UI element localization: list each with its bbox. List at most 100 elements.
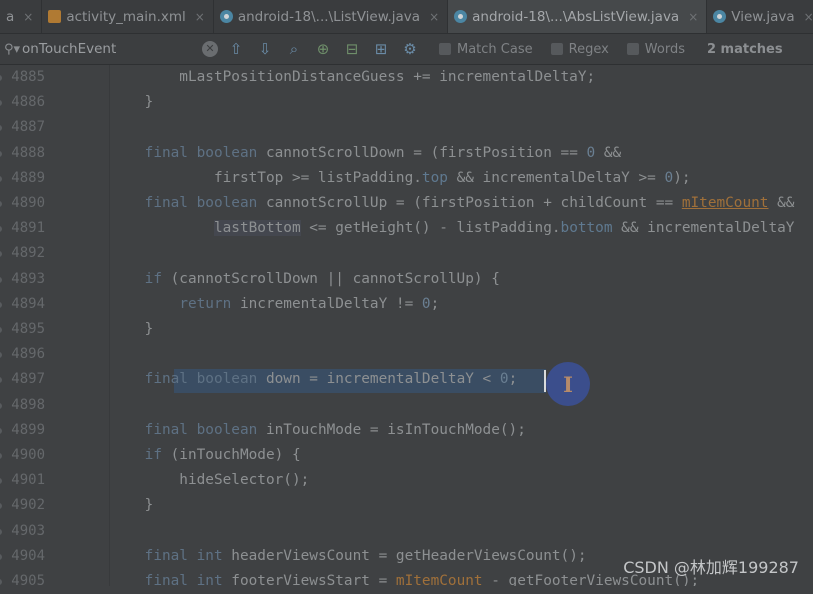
- close-tab-icon[interactable]: ×: [688, 10, 698, 24]
- line-number-gutter[interactable]: 4885 4886 4887 4888 4889 4890 4891 4892 4893 4894…: [0, 65, 110, 589]
- match-case-label: Match Case: [457, 41, 533, 57]
- line-number: 4897: [0, 367, 45, 392]
- line-number: 4894: [0, 292, 45, 317]
- code-token: <= getHeight() - listPadding.: [300, 220, 561, 237]
- settings-icon[interactable]: ⚙: [399, 40, 421, 58]
- regex-checkbox[interactable]: [550, 43, 563, 55]
- code-token: }: [110, 497, 154, 514]
- line-number: 4887: [0, 115, 45, 140]
- code-token: cannotScrollUp = (firstPosition + childC…: [257, 195, 682, 211]
- code-token: && incrementalDeltaY >=: [447, 169, 665, 186]
- words-option[interactable]: Words: [626, 42, 685, 57]
- code-line: final boolean inTouchMode = isInTouchMod…: [110, 418, 526, 443]
- code-token: incrementalDeltaY !=: [231, 295, 422, 312]
- search-input[interactable]: onTouchEvent: [22, 41, 116, 57]
- words-checkbox[interactable]: [626, 43, 639, 55]
- code-token: &&: [595, 144, 622, 161]
- code-token: (cannotScrollDown || cannotScrollUp) {: [161, 270, 500, 287]
- line-number: 4900: [0, 443, 45, 468]
- next-occurrence-icon[interactable]: ⇩: [254, 40, 276, 58]
- code-line: }: [110, 317, 154, 342]
- remove-occurrence-icon[interactable]: ⊟: [341, 40, 363, 58]
- code-token: 0: [421, 295, 431, 312]
- find-bar: ⚲▾ onTouchEvent ✕ ⇧ ⇩ ⌕ ⊕ ⊟ ⊞ ⚙ Match Ca…: [0, 34, 813, 65]
- code-line: hideSelector();: [110, 468, 309, 493]
- code-line: }: [110, 90, 154, 115]
- text-cursor-icon: I: [563, 371, 573, 397]
- code-token: 0: [586, 144, 596, 161]
- tab-3[interactable]: android-18\...\AbsListView.java ×: [448, 0, 708, 33]
- close-tab-icon[interactable]: ×: [23, 10, 33, 24]
- tab-label: a: [6, 8, 15, 25]
- tab-2[interactable]: android-18\...\ListView.java ×: [214, 0, 449, 33]
- java-class-icon: [454, 10, 468, 23]
- code-token: 0: [499, 371, 509, 388]
- code-line: final int footerViewsStart = mItemCount …: [110, 569, 700, 586]
- line-number: 4905: [0, 569, 45, 594]
- code-token: final boolean: [144, 421, 258, 438]
- find-all-icon[interactable]: ⌕: [283, 40, 305, 58]
- code-token: (inTouchMode) {: [161, 447, 301, 463]
- code-token: hideSelector();: [110, 472, 310, 489]
- code-token: bottom: [560, 220, 613, 237]
- code-editor[interactable]: mLastPositionDistanceGuess += incrementa…: [110, 65, 813, 586]
- code-line: return incrementalDeltaY != 0;: [110, 292, 439, 317]
- watermark: CSDN @林加辉199287: [623, 558, 799, 577]
- code-token: ;: [430, 295, 440, 312]
- tab-4[interactable]: View.java ×: [707, 0, 813, 33]
- close-tab-icon[interactable]: ×: [195, 10, 205, 24]
- code-line: firstTop >= listPadding.top && increment…: [110, 166, 691, 191]
- line-number: 4903: [0, 519, 45, 544]
- code-token: ;: [508, 371, 518, 388]
- match-case-checkbox[interactable]: [439, 43, 451, 55]
- line-number: 4890: [0, 191, 45, 216]
- code-token: return: [179, 295, 232, 312]
- close-tab-icon[interactable]: ×: [804, 10, 813, 24]
- code-token: final boolean: [144, 144, 258, 161]
- close-tab-icon[interactable]: ×: [429, 10, 439, 24]
- tab-0[interactable]: a ×: [0, 0, 43, 33]
- code-token: }: [110, 321, 154, 337]
- line-number: 4888: [0, 141, 45, 166]
- match-case-option[interactable]: Match Case: [439, 42, 533, 57]
- code-line: final boolean down = incrementalDeltaY <…: [110, 367, 518, 392]
- code-token: cannotScrollDown = (firstPosition ==: [257, 144, 587, 161]
- tab-label: android-18\...\AbsListView.java: [472, 8, 680, 25]
- line-number: 4899: [0, 418, 45, 443]
- line-number: 4895: [0, 317, 45, 342]
- code-token: &&: [768, 195, 795, 211]
- code-line: if (cannotScrollDown || cannotScrollUp) …: [110, 267, 500, 292]
- match-count: 2 matches: [706, 41, 783, 57]
- line-number: 4892: [0, 241, 45, 266]
- code-line: if (inTouchMode) {: [110, 443, 301, 468]
- code-token: firstTop >= listPadding.: [110, 169, 422, 186]
- regex-label: Regex: [568, 41, 609, 57]
- select-all-occurrences-icon[interactable]: ⊞: [370, 40, 392, 58]
- code-token: inTouchMode = isInTouchMode();: [257, 421, 526, 438]
- code-token: final boolean: [144, 195, 258, 211]
- previous-occurrence-icon[interactable]: ⇧: [225, 40, 247, 58]
- clear-search-icon[interactable]: ✕: [202, 41, 218, 57]
- code-token: mItemCount: [395, 573, 483, 586]
- add-occurrence-icon[interactable]: ⊕: [312, 40, 334, 58]
- tab-1[interactable]: activity_main.xml ×: [42, 0, 214, 33]
- code-line: final int headerViewsCount = getHeaderVi…: [110, 544, 587, 569]
- search-field[interactable]: ⚲▾ onTouchEvent ✕: [4, 38, 218, 60]
- code-token: final int: [144, 573, 223, 586]
- code-token: mItemCount: [681, 195, 769, 211]
- tab-label: android-18\...\ListView.java: [237, 8, 421, 25]
- regex-option[interactable]: Regex: [550, 41, 609, 57]
- line-number: 4902: [0, 493, 45, 518]
- code-line: final boolean cannotScrollDown = (firstP…: [110, 141, 622, 166]
- line-number: 4889: [0, 166, 45, 191]
- code-token: && incrementalDeltaY: [612, 220, 795, 237]
- search-icon[interactable]: ⚲▾: [4, 42, 20, 57]
